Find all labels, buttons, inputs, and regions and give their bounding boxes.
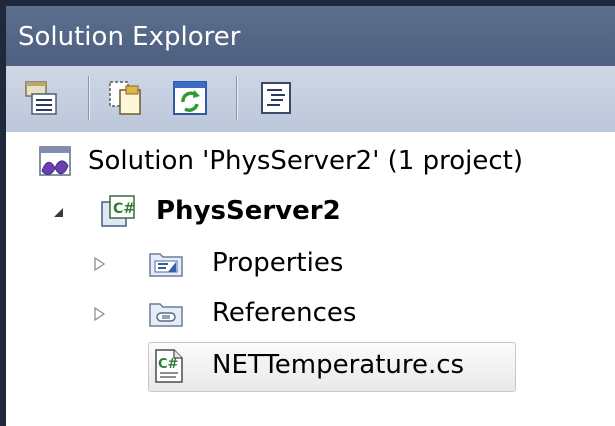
file-label: NETTemperature.cs	[212, 350, 465, 380]
refresh-button[interactable]	[170, 78, 210, 118]
toolbar	[6, 66, 615, 132]
show-all-files-icon	[109, 81, 141, 115]
properties-folder-icon	[149, 253, 183, 277]
show-all-files-button[interactable]	[106, 78, 146, 118]
csharp-project-icon: C#	[101, 195, 135, 227]
references-label: References	[212, 298, 357, 328]
svg-text:C#: C#	[158, 357, 179, 372]
tree-node-references[interactable]: References	[92, 292, 611, 336]
expand-arrow-icon[interactable]	[92, 256, 108, 272]
solution-label: Solution 'PhysServer2' (1 project)	[88, 146, 523, 176]
references-folder-icon	[149, 303, 183, 327]
tree-node-solution[interactable]: Solution 'PhysServer2' (1 project)	[36, 140, 611, 184]
project-label: PhysServer2	[156, 196, 341, 226]
view-code-icon	[261, 82, 291, 114]
tree-node-file[interactable]: C# NETTemperature.cs	[148, 342, 516, 392]
refresh-icon	[173, 81, 207, 115]
svg-text:C#: C#	[113, 201, 135, 217]
view-code-button[interactable]	[256, 78, 296, 118]
tree-node-properties[interactable]: Properties	[92, 242, 611, 286]
expand-arrow-icon[interactable]	[92, 306, 108, 322]
properties-icon	[25, 81, 57, 115]
solution-tree[interactable]: Solution 'PhysServer2' (1 project) C# Ph…	[6, 132, 615, 426]
properties-button[interactable]	[22, 78, 62, 118]
collapse-arrow-icon[interactable]	[50, 204, 66, 220]
title-bar[interactable]: Solution Explorer	[6, 6, 615, 66]
properties-label: Properties	[212, 248, 344, 278]
csharp-file-icon: C#	[155, 349, 183, 383]
solution-explorer-window: Solution Explorer Solution 'PhysServer2'…	[0, 0, 615, 426]
solution-icon	[39, 146, 71, 176]
toolbar-separator	[88, 76, 89, 120]
window-title: Solution Explorer	[18, 22, 241, 52]
toolbar-separator	[236, 76, 237, 120]
tree-node-project[interactable]: C# PhysServer2	[50, 190, 611, 234]
